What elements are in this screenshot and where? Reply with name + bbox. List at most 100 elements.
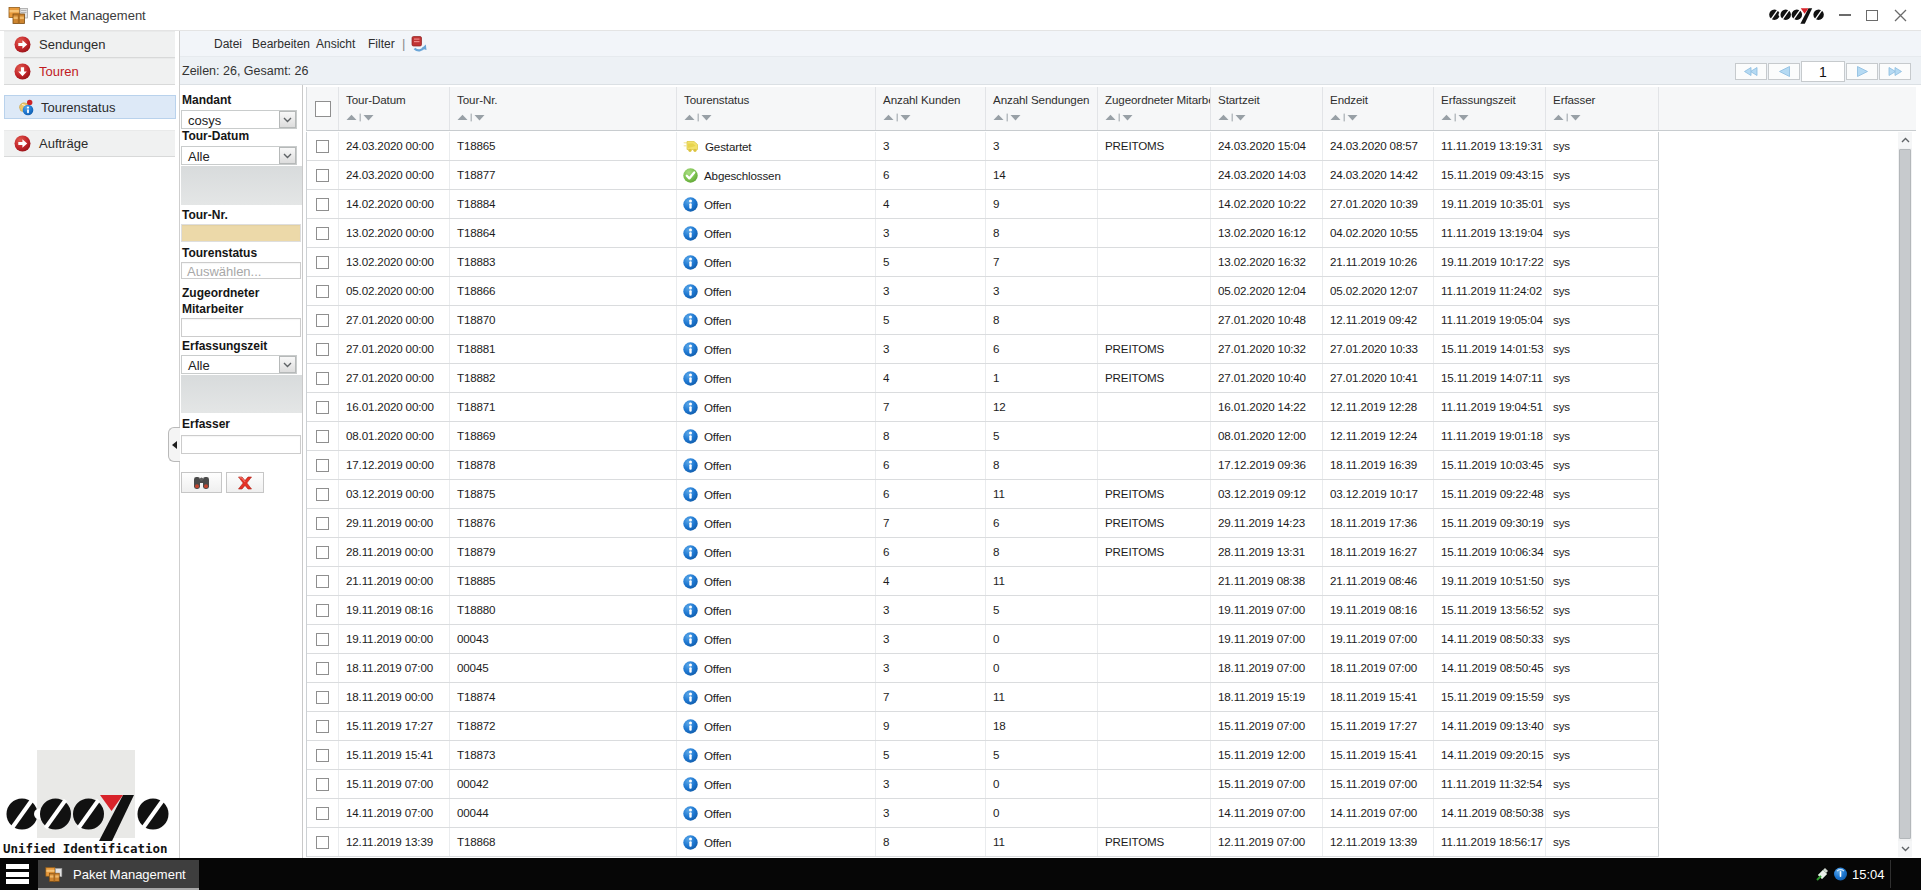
table-row[interactable]: 21.11.2019 00:00T18885 Offen41121.11.201… [307,567,1659,596]
row-checkbox[interactable] [316,517,329,530]
table-row[interactable]: 14.02.2020 00:00T18884 Offen4914.02.2020… [307,190,1659,219]
table-row[interactable]: 12.11.2019 13:39T18868 Offen811PREITOMS1… [307,828,1659,857]
sort-icons[interactable] [1330,113,1358,122]
table-row[interactable]: 29.11.2019 00:00T18876 Offen76PREITOMS29… [307,509,1659,538]
row-checkbox[interactable] [316,749,329,762]
scroll-up-button[interactable] [1898,132,1912,148]
zugeordneter-mitarbeiter-input[interactable] [181,318,301,337]
row-checkbox[interactable] [316,227,329,240]
sidebar-item-touren[interactable]: Touren [4,58,175,85]
tour-datum-select[interactable]: Alle [181,146,297,165]
row-checkbox[interactable] [316,778,329,791]
row-checkbox[interactable] [316,256,329,269]
tray-info-icon[interactable] [1833,867,1848,881]
row-checkbox[interactable] [316,343,329,356]
tour-nr-input[interactable] [181,224,301,242]
sidebar-item-auftraege[interactable]: Aufträge [4,130,175,157]
column-header[interactable]: Tour-Nr. [450,87,677,130]
tourenstatus-input[interactable]: Auswählen... [181,262,301,279]
column-header[interactable]: Tourenstatus [677,87,876,130]
row-checkbox[interactable] [316,169,329,182]
row-checkbox[interactable] [316,546,329,559]
taskbar-app-button[interactable]: Paket Management [38,860,199,890]
tray-usb-icon[interactable] [1815,867,1831,881]
table-row[interactable]: 17.12.2019 00:00T18878 Offen6817.12.2019… [307,451,1659,480]
minimize-button[interactable] [1832,0,1858,30]
clear-filter-button[interactable] [226,472,264,493]
table-row[interactable]: 16.01.2020 00:00T18871 Offen71216.01.202… [307,393,1659,422]
current-page-box[interactable]: 1 [1801,61,1845,82]
table-row[interactable]: 15.11.2019 07:0000042 Offen3015.11.2019 … [307,770,1659,799]
table-row[interactable]: 19.11.2019 08:16T18880 Offen3519.11.2019… [307,596,1659,625]
column-header[interactable]: Erfassungszeit [1434,87,1546,130]
sort-icons[interactable] [1553,113,1581,122]
column-header[interactable]: Endzeit [1323,87,1434,130]
sort-icons[interactable] [346,113,374,122]
scroll-down-button[interactable] [1898,841,1912,857]
row-checkbox[interactable] [316,604,329,617]
start-menu-button[interactable] [6,864,29,884]
row-checkbox[interactable] [316,401,329,414]
table-row[interactable]: 27.01.2020 00:00T18870 Offen5827.01.2020… [307,306,1659,335]
dropdown-button[interactable] [279,147,296,164]
sort-icons[interactable] [883,113,911,122]
row-checkbox[interactable] [316,372,329,385]
column-header[interactable]: Anzahl Sendungen [986,87,1098,130]
row-checkbox[interactable] [316,691,329,704]
column-header[interactable]: Anzahl Kunden [876,87,986,130]
sort-icons[interactable] [684,113,712,122]
sidebar-item-sendungen[interactable]: Sendungen [4,31,175,58]
vertical-scrollbar[interactable] [1898,132,1912,857]
sort-icons[interactable] [993,113,1021,122]
table-row[interactable]: 05.02.2020 00:00T18866 Offen3305.02.2020… [307,277,1659,306]
menu-datei[interactable]: Datei [214,37,242,51]
search-button[interactable] [181,472,222,493]
row-checkbox[interactable] [316,633,329,646]
row-checkbox[interactable] [316,430,329,443]
row-checkbox[interactable] [316,285,329,298]
row-checkbox[interactable] [316,662,329,675]
table-row[interactable]: 27.01.2020 00:00T18881 Offen36PREITOMS27… [307,335,1659,364]
sort-icons[interactable] [457,113,485,122]
table-row[interactable]: 08.01.2020 00:00T18869 Offen8508.01.2020… [307,422,1659,451]
row-checkbox[interactable] [316,720,329,733]
dropdown-button[interactable] [279,356,296,373]
table-row[interactable]: 19.11.2019 00:0000043 Offen3019.11.2019 … [307,625,1659,654]
column-header[interactable]: Zugeordneter Mitarbeiter [1098,87,1211,130]
table-row[interactable]: 13.02.2020 00:00T18864 Offen3813.02.2020… [307,219,1659,248]
table-row[interactable]: 03.12.2019 00:00T18875 Offen611PREITOMS0… [307,480,1659,509]
row-checkbox[interactable] [316,575,329,588]
select-all-checkbox[interactable] [315,101,331,117]
scrollbar-thumb[interactable] [1899,149,1911,839]
last-page-button[interactable] [1879,63,1911,80]
column-header[interactable]: Startzeit [1211,87,1323,130]
maximize-button[interactable] [1859,0,1885,30]
dropdown-button[interactable] [279,111,296,128]
mandant-select[interactable]: cosys [181,110,297,129]
table-row[interactable]: 27.01.2020 00:00T18882 Offen41PREITOMS27… [307,364,1659,393]
table-row[interactable]: 18.11.2019 00:00T18874 Offen71118.11.201… [307,683,1659,712]
menu-filter[interactable]: Filter [368,37,395,51]
row-checkbox[interactable] [316,314,329,327]
table-row[interactable]: 14.11.2019 07:0000044 Offen3014.11.2019 … [307,799,1659,828]
menu-bearbeiten[interactable]: Bearbeiten [252,37,310,51]
table-row[interactable]: 24.03.2020 00:00T18865 Gestartet33PREITO… [307,132,1659,161]
close-button[interactable] [1887,0,1913,30]
row-checkbox[interactable] [316,807,329,820]
row-checkbox[interactable] [316,488,329,501]
erfasser-input[interactable] [181,435,301,454]
panel-collapse-handle[interactable] [168,427,180,462]
sort-icons[interactable] [1105,113,1133,122]
column-header[interactable]: Erfasser [1546,87,1659,130]
export-refresh-icon[interactable] [410,35,428,53]
table-row[interactable]: 13.02.2020 00:00T18883 Offen5713.02.2020… [307,248,1659,277]
sidebar-item-tourenstatus-selected[interactable]: Tourenstatus [4,95,176,119]
row-checkbox[interactable] [316,459,329,472]
first-page-button[interactable] [1735,63,1767,80]
table-row[interactable]: 28.11.2019 00:00T18879 Offen68PREITOMS28… [307,538,1659,567]
sort-icons[interactable] [1218,113,1246,122]
next-page-button[interactable] [1846,63,1878,80]
row-checkbox[interactable] [316,140,329,153]
table-row[interactable]: 18.11.2019 07:0000045 Offen3018.11.2019 … [307,654,1659,683]
sort-icons[interactable] [1441,113,1469,122]
